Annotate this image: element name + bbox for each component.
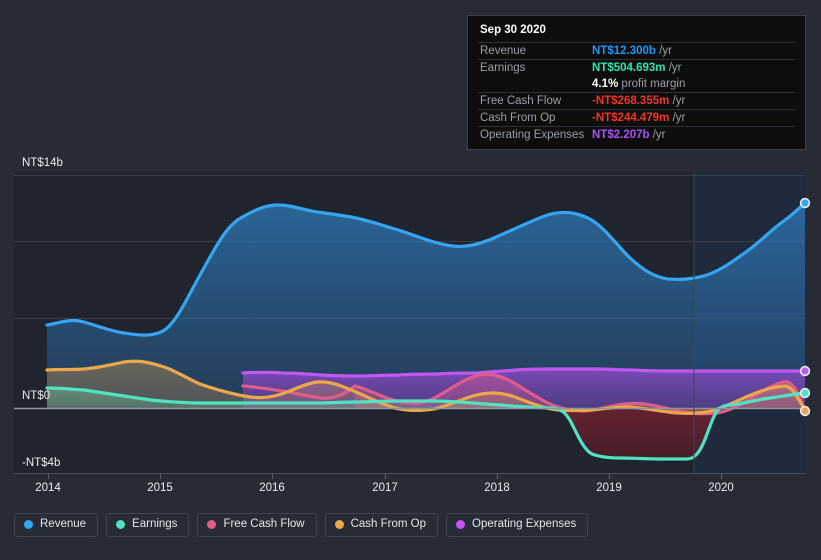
x-axis-label-2019: 2019 xyxy=(596,482,622,494)
x-axis-label-2017: 2017 xyxy=(372,482,398,494)
x-axis-label-2018: 2018 xyxy=(484,482,510,494)
tooltip-date: Sep 30 2020 xyxy=(480,24,546,36)
legend-dot-operating-expenses-icon xyxy=(456,520,466,530)
legend-dot-cash-from-op-icon xyxy=(334,520,344,530)
chart-screenshot: NT$14b NT$0 -NT$4b 2014 2015 2016 2017 2… xyxy=(0,0,821,560)
tooltip-key-profit-margin xyxy=(478,76,590,93)
tooltip-key-cash-from-op: Cash From Op xyxy=(478,109,590,127)
tooltip-row-earnings: Earnings NT$504.693m /yr xyxy=(478,59,795,76)
tooltip-row-free-cash-flow: Free Cash Flow -NT$268.355m /yr xyxy=(478,92,795,110)
tooltip-unit-profit-margin: profit margin xyxy=(621,78,686,90)
end-marker-earnings xyxy=(799,387,811,399)
tooltip-unit-operating-expenses: /yr xyxy=(652,129,666,141)
tooltip-row-operating-expenses: Operating Expenses NT$2.207b /yr xyxy=(478,126,795,143)
legend-label-free-cash-flow: Free Cash Flow xyxy=(223,518,305,530)
tooltip-row-cash-from-op: Cash From Op -NT$244.479m /yr xyxy=(478,109,795,127)
x-axis-label-2016: 2016 xyxy=(259,482,285,494)
legend-item-free-cash-flow[interactable]: Free Cash Flow xyxy=(197,513,317,537)
tooltip-key-operating-expenses: Operating Expenses xyxy=(478,126,590,143)
legend-label-operating-expenses: Operating Expenses xyxy=(472,518,577,530)
tooltip-row-revenue: Revenue NT$12.300b /yr xyxy=(478,42,795,60)
tooltip-amount-profit-margin: 4.1% xyxy=(592,78,619,90)
y-axis-label-zero: NT$0 xyxy=(22,390,50,402)
tooltip-value-operating-expenses: NT$2.207b /yr xyxy=(590,126,795,143)
legend-label-earnings: Earnings xyxy=(132,518,178,530)
y-axis-label-top: NT$14b xyxy=(22,157,63,169)
tooltip-value-free-cash-flow: -NT$268.355m /yr xyxy=(590,92,795,110)
tooltip-key-earnings: Earnings xyxy=(478,59,590,76)
x-axis-label-2020: 2020 xyxy=(708,482,734,494)
tooltip-amount-operating-expenses: NT$2.207b xyxy=(592,129,650,141)
y-axis-label-bottom: -NT$4b xyxy=(22,457,60,469)
tooltip-value-earnings: NT$504.693m /yr xyxy=(590,59,795,76)
tooltip-unit-revenue: /yr xyxy=(659,45,672,57)
tooltip-value-revenue: NT$12.300b /yr xyxy=(590,42,795,60)
chart-legend: Revenue Earnings Free Cash Flow Cash Fro… xyxy=(14,513,589,537)
tooltip-amount-revenue: NT$12.300b xyxy=(592,45,656,57)
tooltip-amount-earnings: NT$504.693m xyxy=(592,62,666,74)
tooltip-row-profit-margin: 4.1% profit margin xyxy=(478,76,795,93)
legend-item-operating-expenses[interactable]: Operating Expenses xyxy=(446,513,589,537)
legend-label-cash-from-op: Cash From Op xyxy=(350,518,427,530)
tooltip-amount-cash-from-op: -NT$244.479m xyxy=(592,112,670,124)
tooltip-value-profit-margin: 4.1% profit margin xyxy=(590,76,795,93)
x-axis-label-2014: 2014 xyxy=(35,482,61,494)
end-marker-opex xyxy=(799,365,811,377)
legend-item-earnings[interactable]: Earnings xyxy=(106,513,190,537)
tooltip-table: Revenue NT$12.300b /yr Earnings NT$504.6… xyxy=(478,42,795,143)
tooltip-key-revenue: Revenue xyxy=(478,42,590,60)
legend-label-revenue: Revenue xyxy=(40,518,87,530)
x-axis-ticks xyxy=(48,474,722,479)
tooltip-unit-cash-from-op: /yr xyxy=(672,112,686,124)
legend-dot-free-cash-flow-icon xyxy=(207,520,217,530)
x-axis-label-2015: 2015 xyxy=(147,482,173,494)
legend-item-revenue[interactable]: Revenue xyxy=(14,513,99,537)
tooltip-unit-earnings: /yr xyxy=(668,62,682,74)
chart-tooltip: Sep 30 2020 Revenue NT$12.300b /yr Earni… xyxy=(467,15,806,150)
tooltip-value-cash-from-op: -NT$244.479m /yr xyxy=(590,109,795,127)
end-marker-cfo xyxy=(799,405,811,417)
tooltip-key-free-cash-flow: Free Cash Flow xyxy=(478,92,590,110)
tooltip-amount-free-cash-flow: -NT$268.355m xyxy=(592,95,670,107)
end-marker-revenue xyxy=(799,197,811,209)
legend-item-cash-from-op[interactable]: Cash From Op xyxy=(324,513,439,537)
legend-dot-revenue-icon xyxy=(24,520,33,530)
legend-dot-earnings-icon xyxy=(116,520,126,530)
tooltip-unit-free-cash-flow: /yr xyxy=(672,95,686,107)
